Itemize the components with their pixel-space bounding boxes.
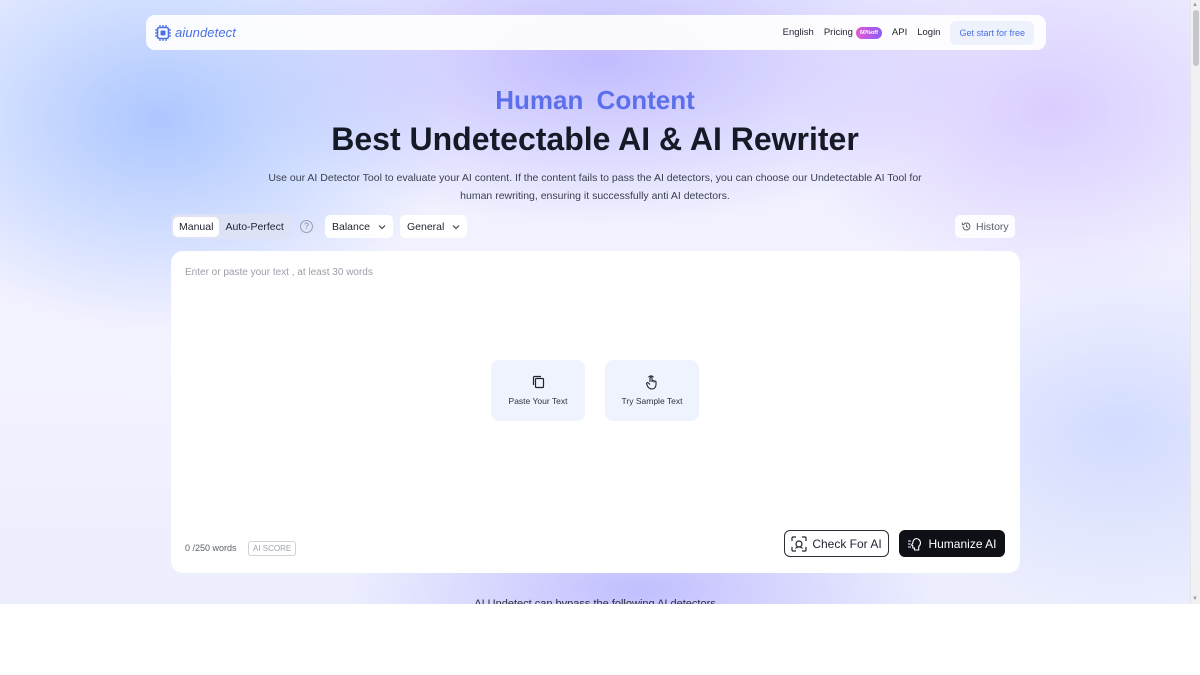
scroll-up-icon[interactable]: ▲: [1192, 1, 1198, 9]
get-started-button[interactable]: Get start for free: [950, 20, 1034, 45]
editor-panel: Paste Your Text Try Sample Text 0 /250 w…: [171, 251, 1020, 573]
paste-text-button[interactable]: Paste Your Text: [491, 360, 585, 421]
humanize-ai-button[interactable]: Humanize AI: [899, 530, 1005, 557]
check-for-ai-button[interactable]: Check For AI: [784, 530, 889, 557]
nav-login[interactable]: Login: [917, 27, 940, 38]
word-count: 0 /250 words: [185, 543, 237, 553]
paste-icon: [532, 375, 544, 389]
history-label: History: [976, 220, 1009, 233]
scan-icon: [791, 535, 807, 552]
tap-hand-icon: [646, 375, 657, 390]
nav-language[interactable]: English: [783, 27, 814, 38]
scroll-down-icon[interactable]: ▼: [1192, 595, 1198, 603]
help-icon[interactable]: ?: [300, 220, 313, 233]
discount-badge: 60%off: [855, 26, 882, 39]
strength-value: Balance: [332, 220, 370, 233]
nav-api[interactable]: API: [892, 27, 907, 38]
humanize-icon: [908, 537, 922, 551]
mode-toggle: Manual Auto-Perfect: [171, 214, 292, 239]
page-title: Best Undetectable AI & AI Rewriter: [331, 121, 859, 157]
page-scrollbar[interactable]: ▲ ▼: [1190, 0, 1200, 604]
check-for-ai-label: Check For AI: [812, 536, 882, 551]
page-background: aiundetect English Pricing 60%off API Lo…: [0, 0, 1190, 604]
nav-pricing[interactable]: Pricing 60%off: [823, 26, 882, 39]
hero-description: Use our AI Detector Tool to evaluate you…: [268, 172, 922, 202]
history-button[interactable]: History: [955, 215, 1015, 238]
purpose-value: General: [407, 220, 445, 233]
history-icon: [961, 222, 971, 231]
try-sample-button[interactable]: Try Sample Text: [605, 360, 699, 421]
try-sample-label: Try Sample Text: [621, 396, 683, 406]
logo[interactable]: aiundetect: [154, 24, 236, 42]
scroll-thumb[interactable]: [1193, 10, 1199, 66]
strength-dropdown[interactable]: Balance: [325, 215, 393, 238]
nav-pricing-label: Pricing: [823, 27, 853, 38]
chevron-down-icon: [452, 224, 460, 229]
hero-subtitle: Human Content: [495, 85, 695, 115]
mode-auto-perfect-tab[interactable]: Auto-Perfect: [219, 217, 289, 237]
chevron-down-icon: [378, 224, 386, 229]
top-navbar: aiundetect English Pricing 60%off API Lo…: [146, 15, 1046, 50]
text-input[interactable]: [185, 267, 1005, 497]
chip-logo-icon: [155, 24, 171, 41]
humanize-ai-label: Humanize AI: [928, 536, 997, 551]
purpose-dropdown[interactable]: General: [400, 215, 468, 238]
paste-text-label: Paste Your Text: [508, 396, 568, 406]
bypass-detectors-heading: AI Undetect can bypass the following AI …: [474, 598, 716, 604]
mode-manual-tab[interactable]: Manual: [173, 216, 220, 237]
logo-text: aiundetect: [175, 25, 236, 40]
ai-score-badge: AI SCORE: [248, 541, 297, 556]
